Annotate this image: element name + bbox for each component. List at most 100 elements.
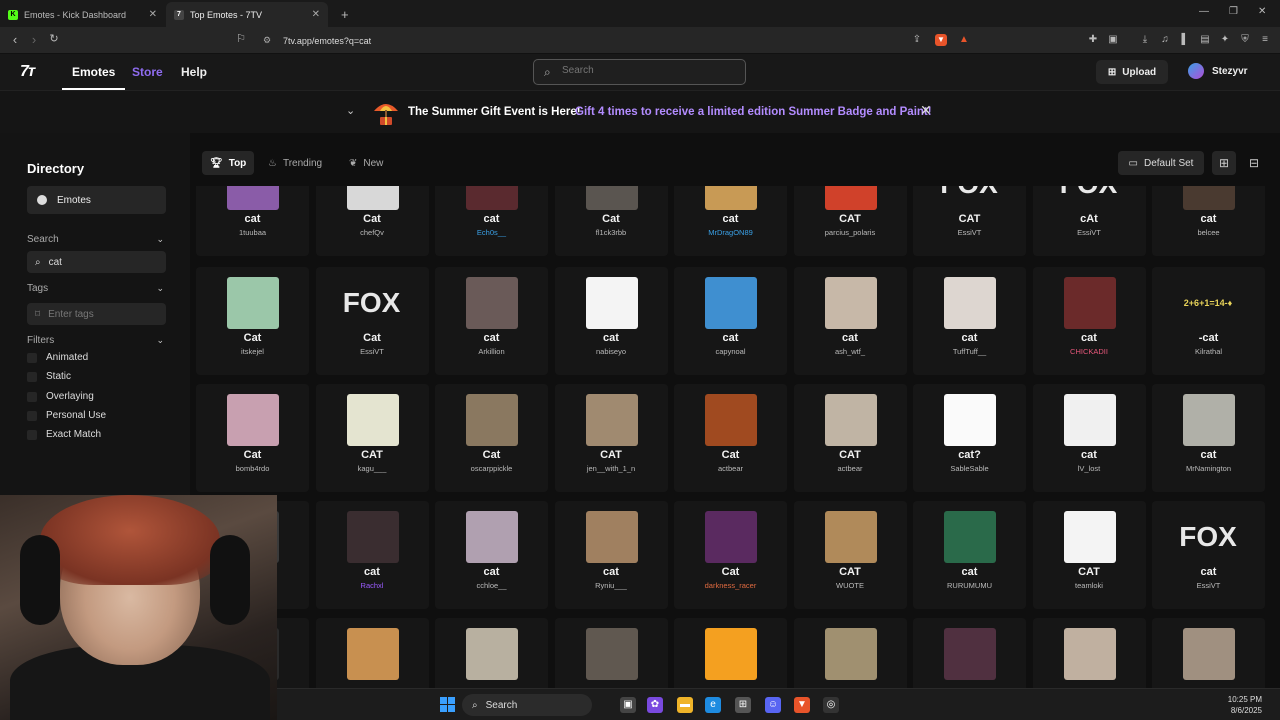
obs-icon[interactable]: ◎ — [823, 697, 839, 713]
site-info-icon[interactable]: ⚙ — [263, 35, 271, 46]
emote-card[interactable]: Cat chefQv — [315, 186, 429, 256]
emote-card[interactable]: FOX Cat EssiVT — [315, 267, 429, 375]
emote-card[interactable] — [913, 618, 1026, 688]
emote-owner[interactable]: jen__with_1_n — [555, 464, 668, 473]
emote-card[interactable]: cat Ryniu___ — [554, 501, 668, 609]
close-window-icon[interactable]: ✕ — [1258, 6, 1266, 17]
emote-card[interactable]: CAT kagu___ — [315, 384, 429, 492]
emote-owner[interactable]: MrNamington — [1152, 464, 1265, 473]
emote-card[interactable]: Cat oscarppickle — [435, 384, 548, 492]
tab-manager-icon[interactable]: ▣ — [1107, 34, 1119, 46]
emote-owner[interactable]: Rachxl — [316, 581, 429, 590]
emote-owner[interactable]: Arkillion — [435, 347, 548, 356]
emote-owner[interactable]: darkness_racer — [674, 581, 787, 590]
bookmark-icon[interactable]: ⚐ — [233, 32, 249, 45]
emote-card[interactable]: Cat itskejel — [196, 267, 309, 375]
search-section-header[interactable]: Search ⌄ — [27, 234, 166, 245]
checkbox[interactable] — [27, 410, 37, 421]
discord-icon[interactable]: ☺ — [765, 697, 781, 713]
windows-start-icon[interactable] — [440, 697, 455, 712]
close-tab-icon[interactable]: ✕ — [312, 9, 320, 20]
emote-card[interactable]: cat Rachxl — [315, 501, 429, 609]
emote-owner[interactable]: fl1ck3rbb — [555, 228, 668, 237]
emote-card[interactable]: Cat bomb4rdo — [196, 384, 309, 492]
7tv-logo[interactable]: 7ᴛ — [20, 63, 35, 81]
sidebar-icon[interactable]: ▌ — [1179, 34, 1191, 46]
emote-card[interactable]: cat Arkillion — [435, 267, 548, 375]
tags-section-header[interactable]: Tags ⌄ — [27, 283, 166, 294]
downloads-icon[interactable]: ⤓ — [1139, 34, 1151, 46]
tab-top-emotes[interactable]: 7 Top Emotes - 7TV ✕ — [166, 2, 328, 27]
file-explorer-icon[interactable]: ▬ — [677, 697, 693, 713]
emote-owner[interactable]: parcius_polaris — [794, 228, 907, 237]
emote-card[interactable]: cat CHICKADII — [1032, 267, 1146, 375]
share-icon[interactable]: ⇪ — [911, 34, 923, 46]
emote-owner[interactable]: EssiVT — [316, 347, 429, 356]
filter-overlaying[interactable]: Overlaying — [27, 391, 94, 402]
reload-icon[interactable]: ↻ — [46, 32, 62, 45]
emote-owner[interactable]: EssiVT — [913, 228, 1026, 237]
search-input[interactable] — [562, 65, 732, 76]
leo-ai-icon[interactable]: ✦ — [1219, 34, 1231, 46]
maximize-icon[interactable]: ❐ — [1229, 6, 1238, 17]
close-tab-icon[interactable]: ✕ — [149, 9, 157, 20]
forward-icon[interactable]: › — [26, 32, 42, 47]
default-set-button[interactable]: ▭ Default Set — [1118, 151, 1204, 175]
banner-cta-link[interactable]: Gift 4 times to receive a limited editio… — [575, 106, 932, 118]
filter-static[interactable]: Static — [27, 371, 71, 382]
emote-card[interactable]: cat cchloe__ — [435, 501, 548, 609]
upload-button[interactable]: ⊞ Upload — [1096, 60, 1168, 84]
emote-owner[interactable]: chefQv — [316, 228, 429, 237]
nav-emotes[interactable]: Emotes — [61, 65, 126, 90]
emote-card[interactable]: CAT teamloki — [1032, 501, 1146, 609]
emote-card[interactable]: Cat fl1ck3rbb — [554, 186, 668, 256]
edge-icon[interactable]: e — [705, 697, 721, 713]
emote-owner[interactable]: EssiVT — [1033, 228, 1146, 237]
emote-owner[interactable]: WUOTE — [794, 581, 907, 590]
emote-card[interactable]: cat ash_wtf_ — [793, 267, 907, 375]
taskbar-search[interactable]: ⌕ Search — [462, 694, 592, 716]
emote-card[interactable]: cat RURUMUMU — [913, 501, 1026, 609]
minimize-icon[interactable]: — — [1199, 6, 1209, 17]
emote-card[interactable]: FOX cAt EssiVT — [1032, 186, 1146, 256]
checkbox[interactable] — [27, 391, 37, 402]
emote-owner[interactable]: cchloe__ — [435, 581, 548, 590]
user-menu[interactable]: Stezyvr — [1188, 63, 1248, 79]
emote-card[interactable]: FOX CAT EssiVT — [913, 186, 1026, 256]
emote-card[interactable]: CAT jen__with_1_n — [554, 384, 668, 492]
emote-card[interactable]: FOX cat EssiVT — [1152, 501, 1265, 609]
emote-card[interactable]: CAT WUOTE — [793, 501, 907, 609]
emote-owner[interactable]: Ech0s__ — [435, 228, 548, 237]
filter-personal-use[interactable]: Personal Use — [27, 410, 106, 421]
emote-owner[interactable]: EssiVT — [1152, 581, 1265, 590]
sidebar-search-input[interactable]: ⌕ cat — [27, 251, 166, 273]
store-icon[interactable]: ⊞ — [735, 697, 751, 713]
new-tab-button[interactable]: + — [333, 2, 353, 27]
emote-owner[interactable]: RURUMUMU — [913, 581, 1026, 590]
tab-kick-dashboard[interactable]: K Emotes - Kick Dashboard ✕ — [0, 2, 165, 27]
emote-card[interactable]: cat? SableSable — [913, 384, 1026, 492]
emote-owner[interactable]: MrDragON89 — [674, 228, 787, 237]
emote-card[interactable]: cat Ech0s__ — [435, 186, 548, 256]
back-icon[interactable]: ‹ — [7, 32, 23, 47]
nav-help[interactable]: Help — [181, 65, 207, 79]
emote-owner[interactable]: nabiseyo — [555, 347, 668, 356]
emote-owner[interactable]: teamloki — [1033, 581, 1146, 590]
emote-card[interactable] — [315, 618, 429, 688]
emote-owner[interactable]: 1tuubaa — [196, 228, 309, 237]
nav-store[interactable]: Store — [132, 65, 163, 79]
emote-owner[interactable]: Kilrathal — [1152, 347, 1265, 356]
grid-small-view-icon[interactable]: ⊟ — [1242, 151, 1266, 175]
close-banner-icon[interactable]: ✕ — [920, 102, 932, 119]
extensions-icon[interactable]: ✚ — [1087, 34, 1099, 46]
menu-icon[interactable]: ≡ — [1259, 34, 1271, 46]
emote-card[interactable]: cat MrDragON89 — [674, 186, 787, 256]
emote-owner[interactable]: SableSable — [913, 464, 1026, 473]
emote-owner[interactable]: Ryniu___ — [555, 581, 668, 590]
emote-owner[interactable]: belcee — [1152, 228, 1265, 237]
emote-card[interactable] — [554, 618, 668, 688]
emote-owner[interactable]: capynoal — [674, 347, 787, 356]
emote-card[interactable]: CAT parcius_polaris — [793, 186, 907, 256]
emote-owner[interactable]: actbear — [674, 464, 787, 473]
clock[interactable]: 10:25 PM 8/6/2025 — [1228, 694, 1262, 716]
